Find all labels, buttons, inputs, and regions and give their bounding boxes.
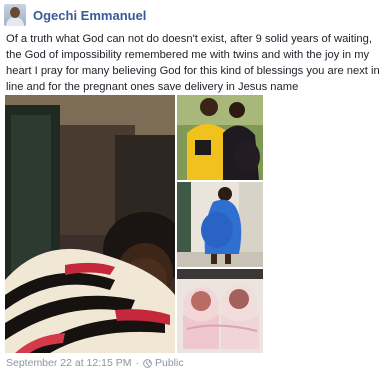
- avatar[interactable]: [4, 4, 26, 26]
- newborn-twins-photo[interactable]: [177, 269, 263, 353]
- post-meta: September 22 at 12:15 PM · Public: [6, 357, 184, 369]
- author-name[interactable]: Ogechi Emmanuel: [33, 8, 146, 23]
- couple-photo[interactable]: [177, 95, 263, 180]
- facebook-post: Ogechi Emmanuel Of a truth what God can …: [0, 0, 391, 370]
- post-text: Of a truth what God can not do doesn't e…: [6, 33, 380, 93]
- globe-icon: [143, 358, 152, 368]
- post-timestamp[interactable]: September 22 at 12:15 PM: [6, 357, 132, 369]
- photo-grid: [5, 95, 263, 353]
- privacy-label: Public: [155, 357, 184, 369]
- meta-separator: ·: [135, 357, 140, 369]
- pregnant-woman-photo[interactable]: [177, 182, 263, 267]
- selfie-photo[interactable]: [5, 95, 175, 353]
- post-header: Ogechi Emmanuel: [4, 3, 146, 27]
